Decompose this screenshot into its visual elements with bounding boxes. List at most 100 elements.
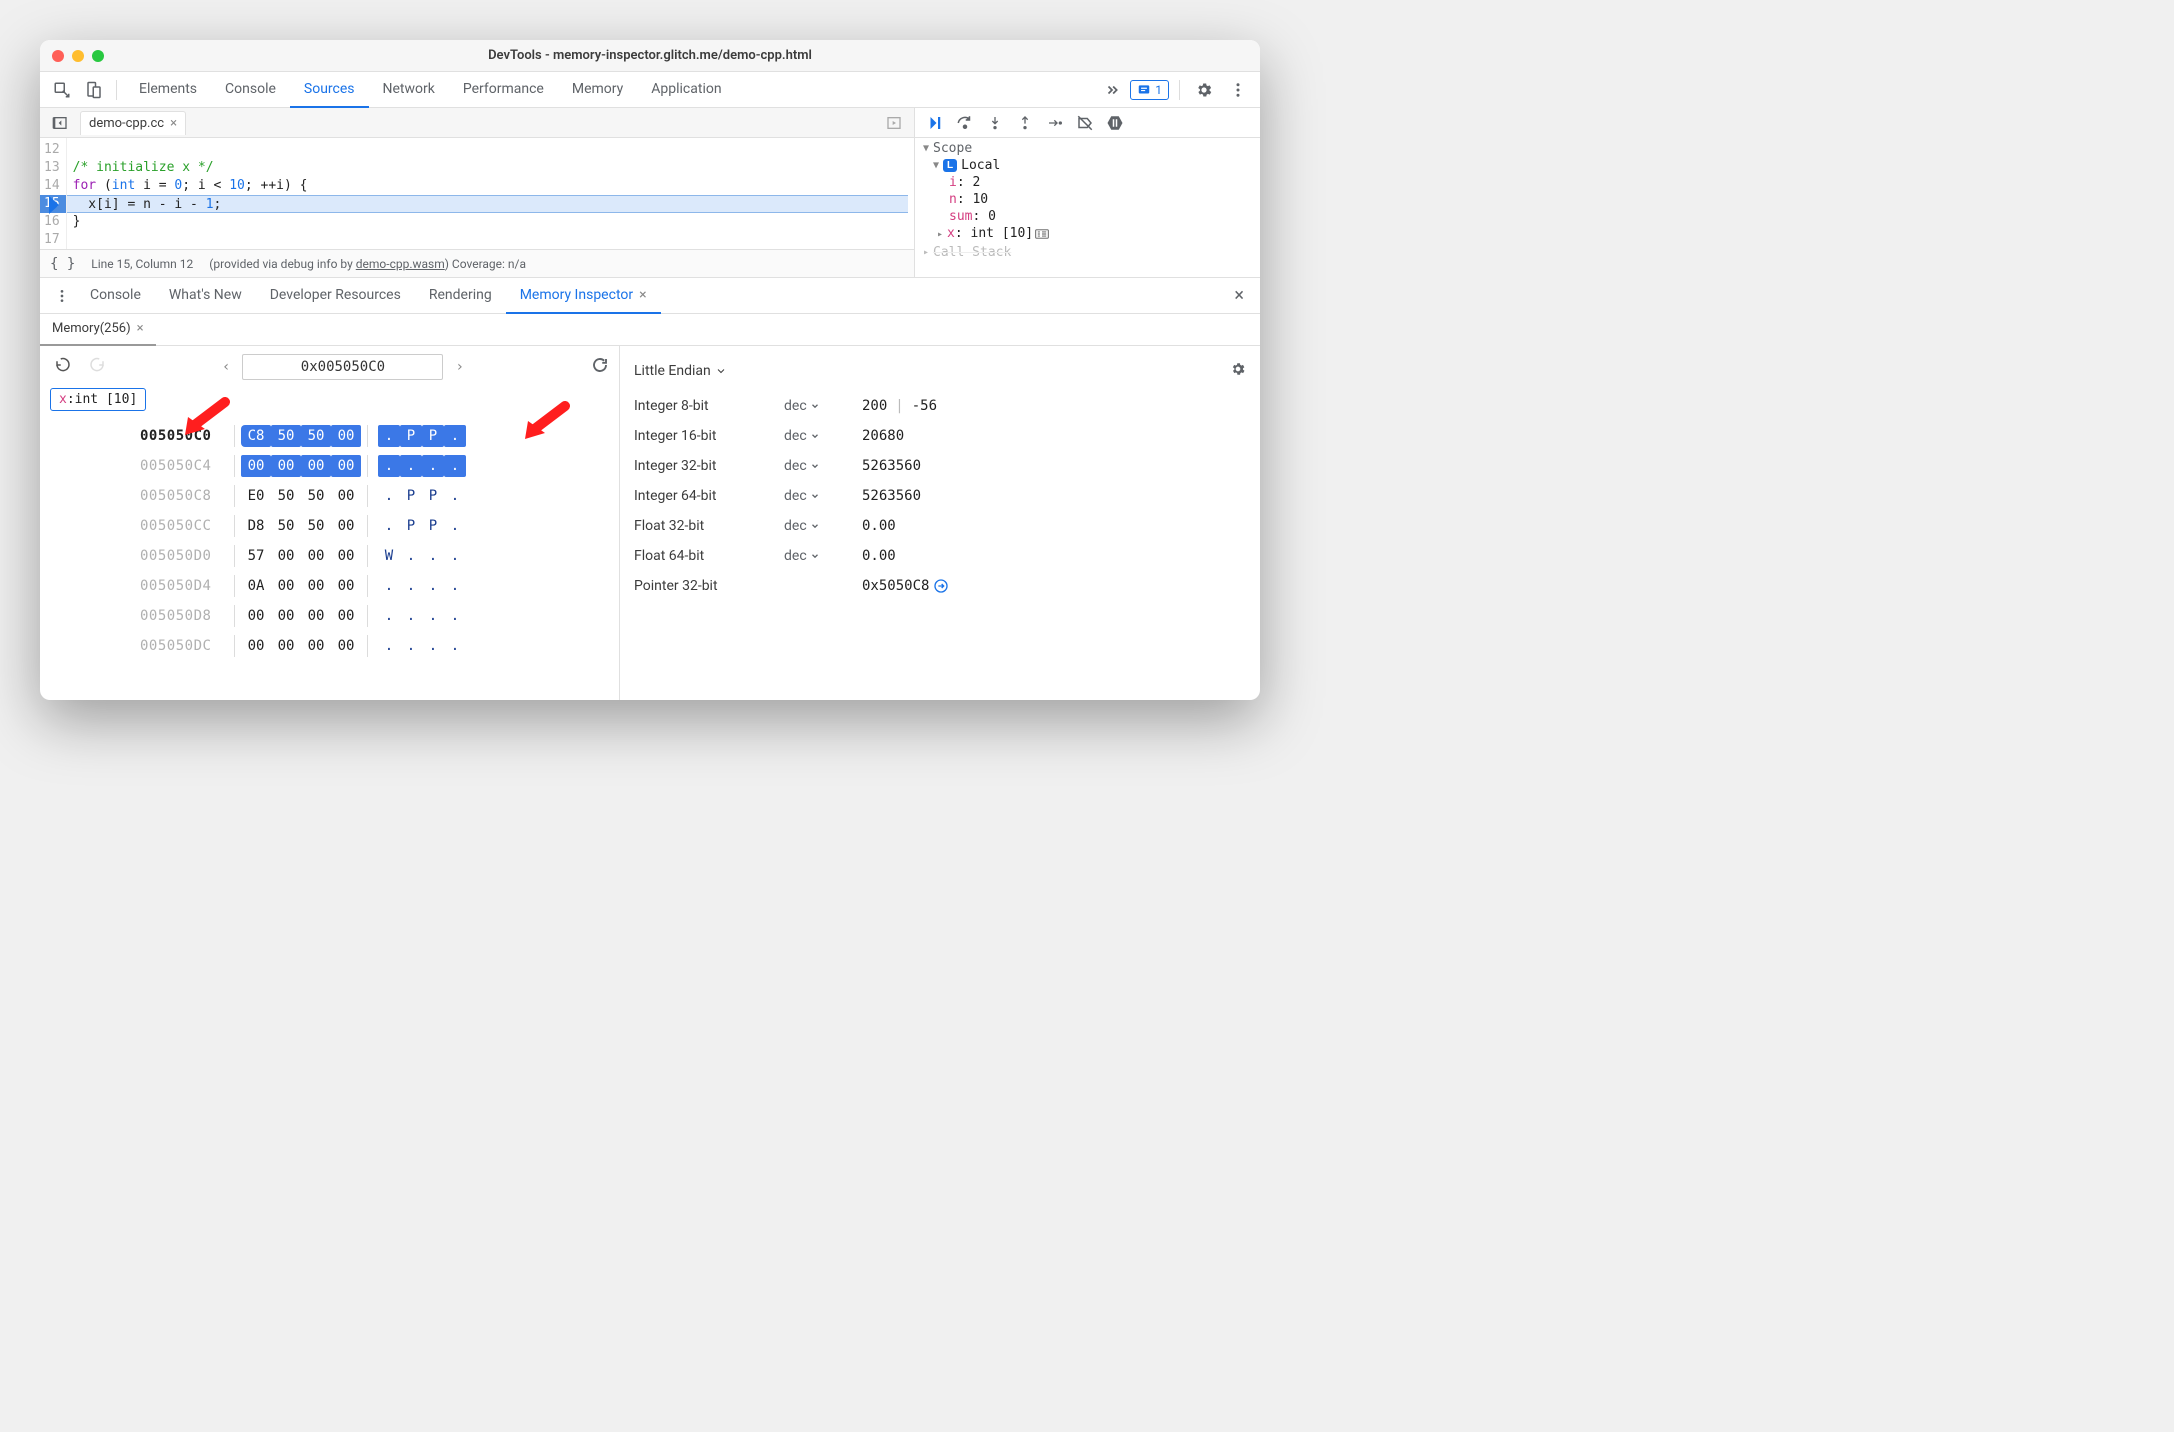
value-mode-selector[interactable]: dec bbox=[784, 518, 862, 534]
hex-row[interactable]: 005050C400000000.... bbox=[140, 451, 609, 481]
kebab-menu-icon[interactable] bbox=[1224, 76, 1252, 104]
scope-var-i[interactable]: i: 2 bbox=[915, 174, 1260, 191]
window-close-button[interactable] bbox=[52, 50, 64, 62]
hex-byte[interactable]: 00 bbox=[301, 575, 331, 597]
endianness-selector[interactable]: Little Endian bbox=[634, 356, 1246, 386]
hex-byte[interactable]: 50 bbox=[271, 425, 301, 447]
prev-page-icon[interactable]: ‹ bbox=[218, 357, 234, 377]
pretty-print-icon[interactable]: { } bbox=[50, 256, 75, 272]
call-stack-header[interactable]: ▸Call Stack bbox=[915, 244, 1260, 261]
history-back-icon[interactable] bbox=[50, 354, 76, 380]
hex-byte[interactable]: 00 bbox=[331, 425, 361, 447]
hex-byte[interactable]: 00 bbox=[301, 605, 331, 627]
hex-row[interactable]: 005050D057000000W... bbox=[140, 541, 609, 571]
hex-byte[interactable]: 00 bbox=[241, 635, 271, 657]
device-mode-icon[interactable] bbox=[80, 76, 108, 104]
hex-grid[interactable]: 005050C0C8505000.PP.005050C400000000....… bbox=[140, 421, 609, 661]
hex-byte[interactable]: 00 bbox=[301, 545, 331, 567]
scope-pane[interactable]: ▼Scope ▼ L Local i: 2n: 10sum: 0x: int [… bbox=[915, 138, 1260, 277]
hex-byte[interactable]: 0A bbox=[241, 575, 271, 597]
step-into-button[interactable] bbox=[985, 113, 1005, 133]
hex-row[interactable]: 005050DC00000000.... bbox=[140, 631, 609, 661]
value-mode-selector[interactable]: dec bbox=[784, 548, 862, 564]
next-page-icon[interactable]: › bbox=[451, 357, 467, 377]
value-settings-gear-icon[interactable] bbox=[1230, 361, 1246, 381]
hex-byte[interactable]: 00 bbox=[271, 455, 301, 477]
more-panels-chevron-icon[interactable] bbox=[1098, 76, 1126, 104]
hex-byte[interactable]: 00 bbox=[271, 575, 301, 597]
refresh-icon[interactable] bbox=[591, 356, 609, 378]
hex-byte[interactable]: 50 bbox=[301, 425, 331, 447]
resume-button[interactable] bbox=[925, 113, 945, 133]
hex-byte[interactable]: 00 bbox=[301, 455, 331, 477]
value-mode-selector[interactable]: dec bbox=[784, 428, 862, 444]
inspect-element-icon[interactable] bbox=[48, 76, 76, 104]
drawer-menu-icon[interactable] bbox=[48, 282, 76, 310]
issues-badge[interactable]: 1 bbox=[1130, 80, 1169, 100]
hex-byte[interactable]: E0 bbox=[241, 485, 271, 507]
deactivate-breakpoints-button[interactable] bbox=[1075, 113, 1095, 133]
panel-tab-sources[interactable]: Sources bbox=[290, 72, 369, 108]
drawer-tab-console[interactable]: Console bbox=[76, 278, 155, 314]
step-over-button[interactable] bbox=[955, 113, 975, 133]
panel-tab-memory[interactable]: Memory bbox=[558, 72, 637, 108]
code-editor[interactable]: 121314151617 /* initialize x */for (int … bbox=[40, 138, 914, 249]
scope-local-header[interactable]: ▼ L Local bbox=[915, 157, 1260, 174]
hex-byte[interactable]: 50 bbox=[271, 485, 301, 507]
object-reveal-chip[interactable]: x: int [10] bbox=[50, 388, 146, 411]
wasm-link[interactable]: demo-cpp.wasm bbox=[356, 257, 445, 271]
hex-byte[interactable]: 00 bbox=[331, 455, 361, 477]
settings-gear-icon[interactable] bbox=[1190, 76, 1218, 104]
drawer-tab-developer-resources[interactable]: Developer Resources bbox=[256, 278, 415, 314]
hex-byte[interactable]: 00 bbox=[331, 515, 361, 537]
hex-row[interactable]: 005050CCD8505000.PP. bbox=[140, 511, 609, 541]
hex-byte[interactable]: C8 bbox=[241, 425, 271, 447]
scope-var-x[interactable]: x: int [10] bbox=[915, 225, 1260, 242]
memory-subtab[interactable]: Memory(256) × bbox=[40, 314, 156, 346]
hex-byte[interactable]: 00 bbox=[271, 545, 301, 567]
hex-byte[interactable]: 00 bbox=[331, 545, 361, 567]
step-out-button[interactable] bbox=[1015, 113, 1035, 133]
drawer-tab-memory-inspector[interactable]: Memory Inspector× bbox=[506, 278, 661, 314]
editor-tab-file[interactable]: demo-cpp.cc × bbox=[80, 111, 186, 135]
reveal-in-memory-icon[interactable] bbox=[1035, 228, 1049, 240]
panel-tab-elements[interactable]: Elements bbox=[125, 72, 211, 108]
drawer-tab-what-s-new[interactable]: What's New bbox=[155, 278, 256, 314]
scope-var-sum[interactable]: sum: 0 bbox=[915, 208, 1260, 225]
navigator-toggle-icon[interactable] bbox=[46, 109, 74, 137]
hex-byte[interactable]: 50 bbox=[301, 515, 331, 537]
close-icon[interactable]: × bbox=[170, 116, 177, 131]
hex-byte[interactable]: 00 bbox=[331, 605, 361, 627]
scope-var-n[interactable]: n: 10 bbox=[915, 191, 1260, 208]
hex-byte[interactable]: 00 bbox=[331, 635, 361, 657]
drawer-close-button[interactable]: × bbox=[1226, 285, 1252, 306]
hex-byte[interactable]: 00 bbox=[301, 635, 331, 657]
hex-byte[interactable]: 00 bbox=[271, 605, 301, 627]
step-button[interactable] bbox=[1045, 113, 1065, 133]
hex-byte[interactable]: 00 bbox=[241, 455, 271, 477]
value-mode-selector[interactable]: dec bbox=[784, 458, 862, 474]
panel-tab-performance[interactable]: Performance bbox=[449, 72, 558, 108]
hex-byte[interactable]: 50 bbox=[301, 485, 331, 507]
pause-on-exceptions-button[interactable] bbox=[1105, 113, 1125, 133]
window-minimize-button[interactable] bbox=[72, 50, 84, 62]
jump-to-address-icon[interactable] bbox=[933, 578, 949, 594]
value-mode-selector[interactable]: dec bbox=[784, 398, 862, 414]
hex-row[interactable]: 005050C8E0505000.PP. bbox=[140, 481, 609, 511]
hex-byte[interactable]: 50 bbox=[271, 515, 301, 537]
hex-byte[interactable]: 00 bbox=[331, 485, 361, 507]
hex-row[interactable]: 005050D40A000000.... bbox=[140, 571, 609, 601]
snippets-run-icon[interactable] bbox=[880, 109, 908, 137]
panel-tab-console[interactable]: Console bbox=[211, 72, 290, 108]
close-icon[interactable]: × bbox=[639, 287, 646, 303]
value-mode-selector[interactable]: dec bbox=[784, 488, 862, 504]
hex-byte[interactable]: 00 bbox=[241, 605, 271, 627]
hex-row[interactable]: 005050D800000000.... bbox=[140, 601, 609, 631]
hex-byte[interactable]: D8 bbox=[241, 515, 271, 537]
hex-byte[interactable]: 57 bbox=[241, 545, 271, 567]
scope-header[interactable]: ▼Scope bbox=[915, 140, 1260, 157]
drawer-tab-rendering[interactable]: Rendering bbox=[415, 278, 506, 314]
hex-byte[interactable]: 00 bbox=[331, 575, 361, 597]
memory-address-input[interactable] bbox=[242, 354, 443, 380]
window-maximize-button[interactable] bbox=[92, 50, 104, 62]
